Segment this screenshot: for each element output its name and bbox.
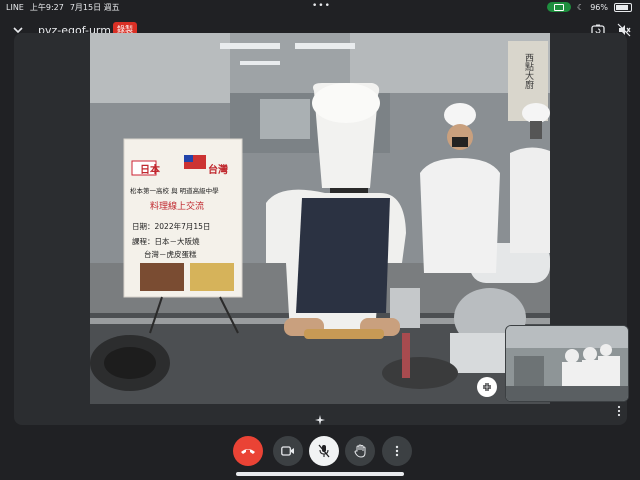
sign-title-right: 台灣 bbox=[208, 163, 228, 176]
battery-percent: 96% bbox=[590, 2, 608, 12]
sign-line2: 料理線上交流 bbox=[150, 200, 204, 212]
minimize-self-view-button[interactable] bbox=[477, 377, 497, 397]
camera-in-use-icon bbox=[547, 2, 572, 12]
participant-video[interactable]: 西點大廚 日本 台灣 松本第一高校 與 明道高級中學 料理線上交流 日期：202… bbox=[90, 33, 550, 404]
end-call-button[interactable] bbox=[233, 436, 263, 466]
status-date: 7月15日 週五 bbox=[69, 3, 120, 12]
microphone-toggle-button[interactable] bbox=[309, 436, 339, 466]
kitchen-scene-image: 西點大廚 日本 台灣 松本第一高校 與 明道高級中學 料理線上交流 日期：202… bbox=[90, 33, 550, 404]
collapse-arrows-icon bbox=[483, 383, 491, 391]
sign-line1: 松本第一高校 與 明道高級中學 bbox=[130, 186, 219, 195]
moon-icon: ☾ bbox=[577, 2, 585, 12]
sign-course-line1: 課程：日本－大阪燒 bbox=[132, 236, 200, 246]
raise-hand-button[interactable] bbox=[345, 436, 375, 466]
mic-muted-icon bbox=[318, 444, 330, 458]
sign-title-left: 日本 bbox=[140, 163, 161, 176]
more-options-icon[interactable] bbox=[616, 405, 622, 417]
self-view-scene-image bbox=[506, 326, 628, 401]
call-controls bbox=[0, 434, 640, 470]
home-indicator[interactable] bbox=[236, 472, 404, 476]
camera-toggle-button[interactable] bbox=[273, 436, 303, 466]
self-view-video[interactable] bbox=[505, 325, 629, 402]
multitasking-dots-icon[interactable]: ••• bbox=[312, 1, 331, 11]
hang-up-icon bbox=[241, 449, 255, 454]
more-actions-button[interactable] bbox=[382, 436, 412, 466]
sparkle-effects-icon[interactable] bbox=[315, 415, 325, 425]
sign-course-line2: 台灣－虎皮蛋糕 bbox=[144, 249, 197, 259]
sign-date-line: 日期：2022年7月15日 bbox=[132, 221, 210, 231]
vertical-dots-icon bbox=[395, 445, 399, 457]
status-time: 上午9:27 bbox=[29, 3, 64, 12]
poster-right-text: 西點大廚 bbox=[523, 53, 534, 90]
battery-icon bbox=[614, 2, 632, 12]
status-bar: LINE 上午9:27 7月15日 週五 ••• ☾ 96% bbox=[0, 0, 640, 14]
video-camera-icon bbox=[281, 446, 294, 456]
hand-icon bbox=[354, 444, 366, 458]
carrier-label: LINE bbox=[6, 3, 24, 12]
